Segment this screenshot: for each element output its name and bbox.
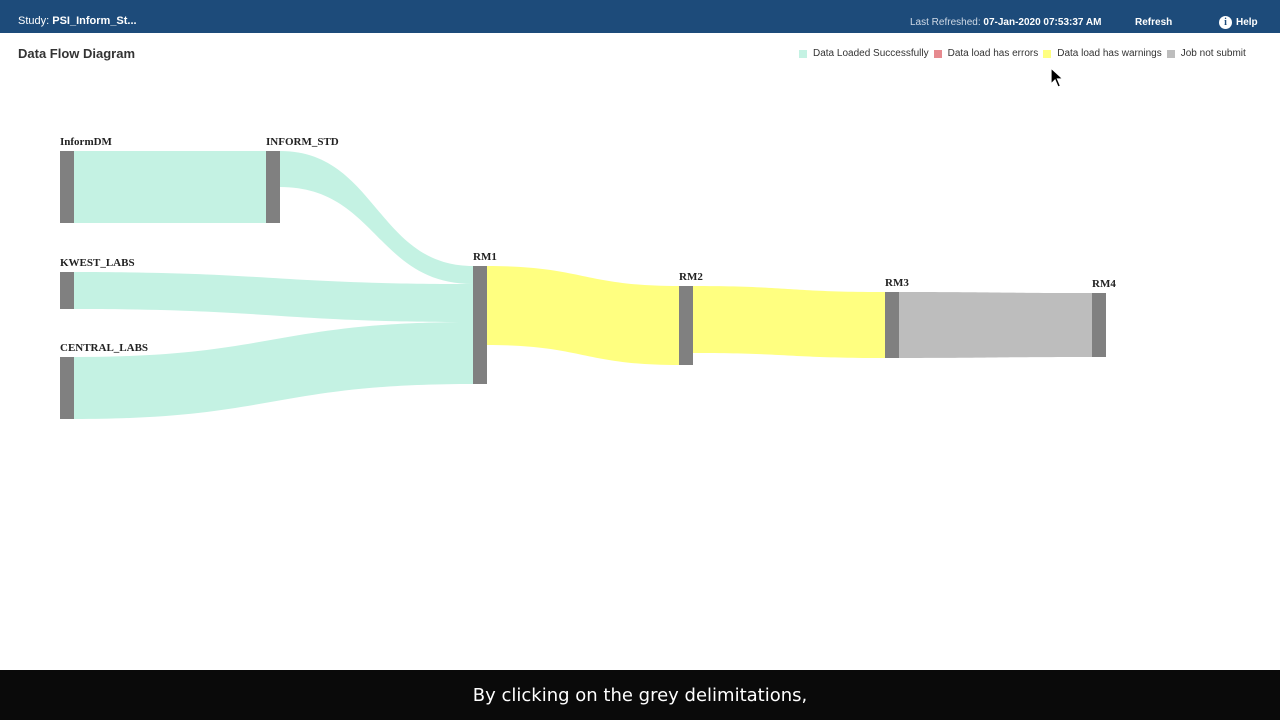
node-kwest-labs[interactable] — [60, 272, 74, 309]
node-rm2[interactable] — [679, 286, 693, 365]
node-label-rm2: RM2 — [679, 271, 703, 283]
node-rm3[interactable] — [885, 292, 899, 358]
node-label-rm4: RM4 — [1092, 278, 1116, 290]
node-rm4[interactable] — [1092, 293, 1106, 357]
node-central-labs[interactable] — [60, 357, 74, 419]
node-rm1[interactable] — [473, 266, 487, 384]
flow-link-informdm-to-inform_std[interactable] — [74, 151, 266, 223]
flow-link-rm2-to-rm3[interactable] — [693, 286, 885, 358]
flow-link-kwest-labs-to-rm1[interactable] — [74, 272, 473, 322]
flow-link-rm3-to-rm4[interactable] — [899, 292, 1092, 358]
flow-link-rm1-to-rm2[interactable] — [487, 266, 679, 365]
flow-link-inform-std-to-rm1[interactable] — [280, 151, 473, 284]
node-label-kwest-labs: KWEST_LABS — [60, 257, 135, 269]
node-informdm[interactable] — [60, 151, 74, 223]
video-caption: By clicking on the grey delimitations, — [0, 670, 1280, 720]
node-label-rm3: RM3 — [885, 277, 909, 289]
mouse-cursor-icon — [1050, 67, 1065, 88]
node-label-rm1: RM1 — [473, 251, 497, 263]
node-inform-std[interactable] — [266, 151, 280, 223]
data-flow-diagram: InformDM INFORM_STD KWEST_LABS CENTRAL_LABS… — [60, 136, 1116, 419]
node-label-informdm: InformDM — [60, 136, 113, 148]
node-label-central-labs: CENTRAL_LABS — [60, 342, 148, 354]
caption-text: By clicking on the grey delimitations, — [472, 684, 808, 706]
flow-link-central-labs-to-rm1[interactable] — [74, 322, 473, 419]
node-label-inform-std: INFORM_STD — [266, 136, 339, 148]
